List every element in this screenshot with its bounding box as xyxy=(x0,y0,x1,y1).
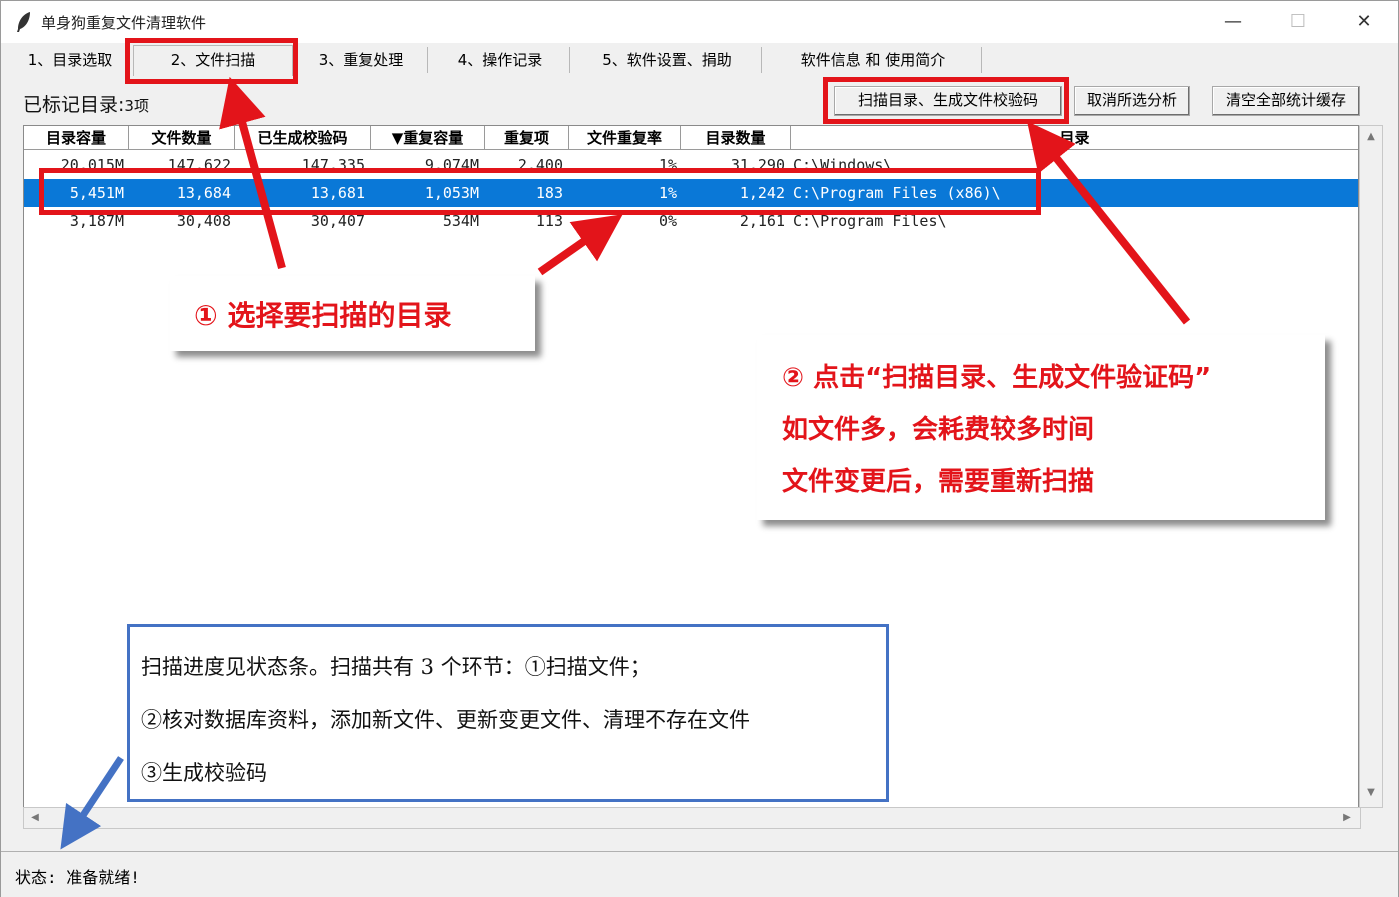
arrow-to-tab xyxy=(219,76,286,270)
callout-one-text: ① 选择要扫描的目录 xyxy=(194,299,452,332)
callout-two-line: ② 点击“扫描目录、生成文件验证码” xyxy=(782,363,1212,393)
callout-two-line: 如文件多，会耗费较多时间 xyxy=(782,415,1095,445)
callout-scan-tip: ② 点击“扫描目录、生成文件验证码” 如文件多，会耗费较多时间 文件变更后，需要… xyxy=(757,335,1325,520)
callout-three-line: ②核对数据库资料，添加新文件、更新变更文件、清理不存在文件 xyxy=(141,708,750,732)
callout-select-dir: ① 选择要扫描的目录 xyxy=(170,276,535,351)
arrow-to-status xyxy=(60,756,124,850)
callout-two-line: 文件变更后，需要重新扫描 xyxy=(782,467,1095,497)
arrow-to-row xyxy=(537,214,623,276)
arrow-to-scan-button xyxy=(1027,121,1191,325)
callout-three-line: 扫描进度见状态条。扫描共有 3 个环节：①扫描文件； xyxy=(141,655,651,679)
callout-progress-info: 扫描进度见状态条。扫描共有 3 个环节：①扫描文件； ②核对数据库资料，添加新文… xyxy=(127,624,889,802)
callout-three-line: ③生成校验码 xyxy=(141,761,267,785)
